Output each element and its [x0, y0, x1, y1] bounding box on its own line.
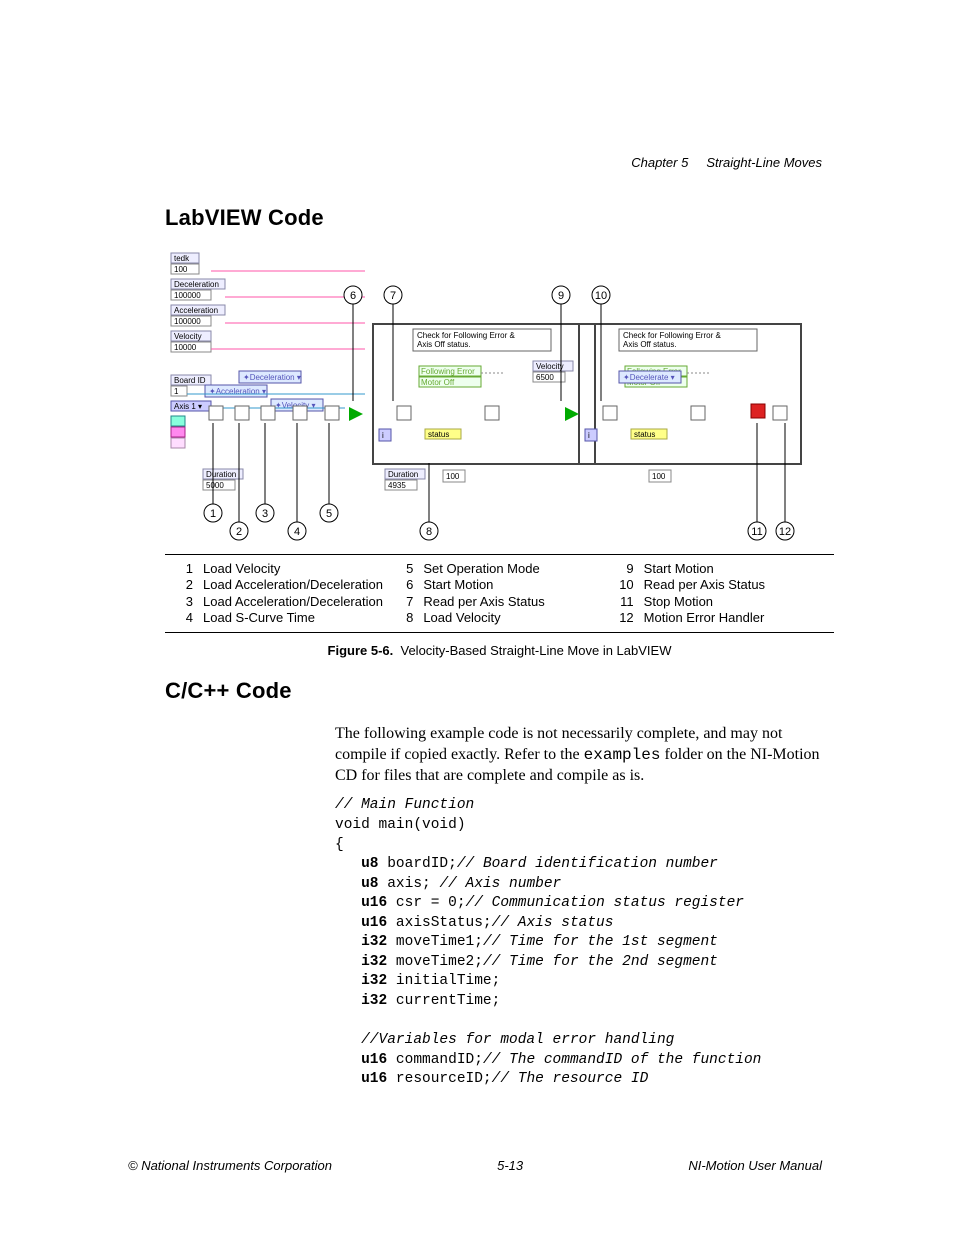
svg-text:Acceleration: Acceleration	[174, 306, 218, 315]
legend-item: Read per Axis Status	[644, 577, 765, 593]
svg-text:6500: 6500	[536, 373, 554, 382]
svg-text:Following Error: Following Error	[421, 367, 475, 376]
legend-item: Set Operation Mode	[423, 561, 539, 577]
legend-item: Load Velocity	[203, 561, 280, 577]
svg-text:12: 12	[779, 526, 791, 538]
svg-text:i: i	[588, 431, 590, 440]
figure-caption: Figure 5-6. Velocity-Based Straight-Line…	[165, 643, 834, 658]
page-footer: © National Instruments Corporation 5-13 …	[128, 1158, 822, 1173]
svg-text:1: 1	[210, 508, 216, 520]
figure-label: Figure 5-6.	[328, 643, 394, 658]
legend-item: Stop Motion	[644, 594, 713, 610]
svg-text:100: 100	[174, 265, 188, 274]
svg-text:100: 100	[446, 472, 460, 481]
svg-text:1: 1	[174, 387, 179, 396]
labview-diagram: Check for Following Error & Axis Off sta…	[165, 251, 834, 546]
code-listing: // Main Function void main(void) { u8 bo…	[335, 796, 834, 1089]
check-text-2: Check for Following Error &	[623, 331, 721, 340]
icon-row	[209, 406, 787, 420]
intro-paragraph: The following example code is not necess…	[335, 724, 834, 786]
svg-text:status: status	[428, 430, 449, 439]
svg-text:Axis 1 ▾: Axis 1 ▾	[174, 402, 202, 411]
inline-code: examples	[584, 746, 661, 764]
svg-text:8: 8	[426, 526, 432, 538]
svg-text:100000: 100000	[174, 317, 201, 326]
svg-text:✦Deceleration ▾: ✦Deceleration ▾	[243, 373, 301, 382]
svg-text:status: status	[634, 430, 655, 439]
svg-text:9: 9	[558, 290, 564, 302]
heading-c-cpp-code: C/C++ Code	[165, 678, 834, 704]
footer-center: 5-13	[497, 1158, 523, 1173]
svg-text:10: 10	[595, 290, 607, 302]
svg-text:Duration: Duration	[206, 470, 236, 479]
svg-text:5: 5	[326, 508, 332, 520]
legend-divider-bottom	[165, 632, 834, 633]
legend-item: Load Acceleration/Deceleration	[203, 577, 383, 593]
svg-text:Velocity: Velocity	[174, 332, 202, 341]
body-block: The following example code is not necess…	[335, 724, 834, 1090]
svg-text:Deceleration: Deceleration	[174, 280, 219, 289]
svg-text:10000: 10000	[174, 343, 197, 352]
svg-text:Axis Off status.: Axis Off status.	[623, 340, 677, 349]
legend-item: Load Velocity	[423, 610, 500, 626]
svg-text:4: 4	[294, 526, 300, 538]
svg-text:11: 11	[751, 526, 762, 538]
svg-text:✦Acceleration ▾: ✦Acceleration ▾	[209, 387, 266, 396]
svg-text:i: i	[382, 431, 384, 440]
heading-labview-code: LabVIEW Code	[165, 205, 834, 231]
legend-item: Load Acceleration/Deceleration	[203, 594, 383, 610]
svg-text:100000: 100000	[174, 291, 201, 300]
svg-text:5000: 5000	[206, 481, 224, 490]
legend-divider-top	[165, 554, 834, 555]
legend-item: Start Motion	[423, 577, 493, 593]
svg-text:tedk: tedk	[174, 254, 190, 263]
figure-text: Velocity-Based Straight-Line Move in Lab…	[401, 643, 672, 658]
legend-item: Motion Error Handler	[644, 610, 765, 626]
check-text-1: Check for Following Error &	[417, 331, 515, 340]
callout-legend: 1Load Velocity 2Load Acceleration/Decele…	[173, 561, 834, 626]
svg-text:7: 7	[390, 290, 396, 302]
legend-item: Start Motion	[644, 561, 714, 577]
svg-text:6: 6	[350, 290, 356, 302]
page: Chapter 5 Straight-Line Moves LabVIEW Co…	[0, 0, 954, 1235]
legend-item: Read per Axis Status	[423, 594, 544, 610]
svg-text:Board ID: Board ID	[174, 376, 206, 385]
chapter-number: Chapter 5	[631, 155, 688, 170]
svg-text:Velocity: Velocity	[536, 362, 564, 371]
svg-text:100: 100	[652, 472, 666, 481]
svg-text:Duration: Duration	[388, 470, 418, 479]
svg-text:✦Decelerate ▾: ✦Decelerate ▾	[623, 373, 675, 382]
svg-text:4935: 4935	[388, 481, 406, 490]
legend-item: Load S-Curve Time	[203, 610, 315, 626]
svg-text:Motor Off: Motor Off	[421, 378, 455, 387]
footer-right: NI-Motion User Manual	[688, 1158, 822, 1173]
running-head: Chapter 5 Straight-Line Moves	[631, 155, 822, 170]
labview-svg: Check for Following Error & Axis Off sta…	[165, 251, 825, 541]
svg-text:Axis Off status.: Axis Off status.	[417, 340, 471, 349]
footer-left: © National Instruments Corporation	[128, 1158, 332, 1173]
chapter-title: Straight-Line Moves	[706, 155, 822, 170]
svg-text:2: 2	[236, 526, 242, 538]
svg-text:3: 3	[262, 508, 268, 520]
